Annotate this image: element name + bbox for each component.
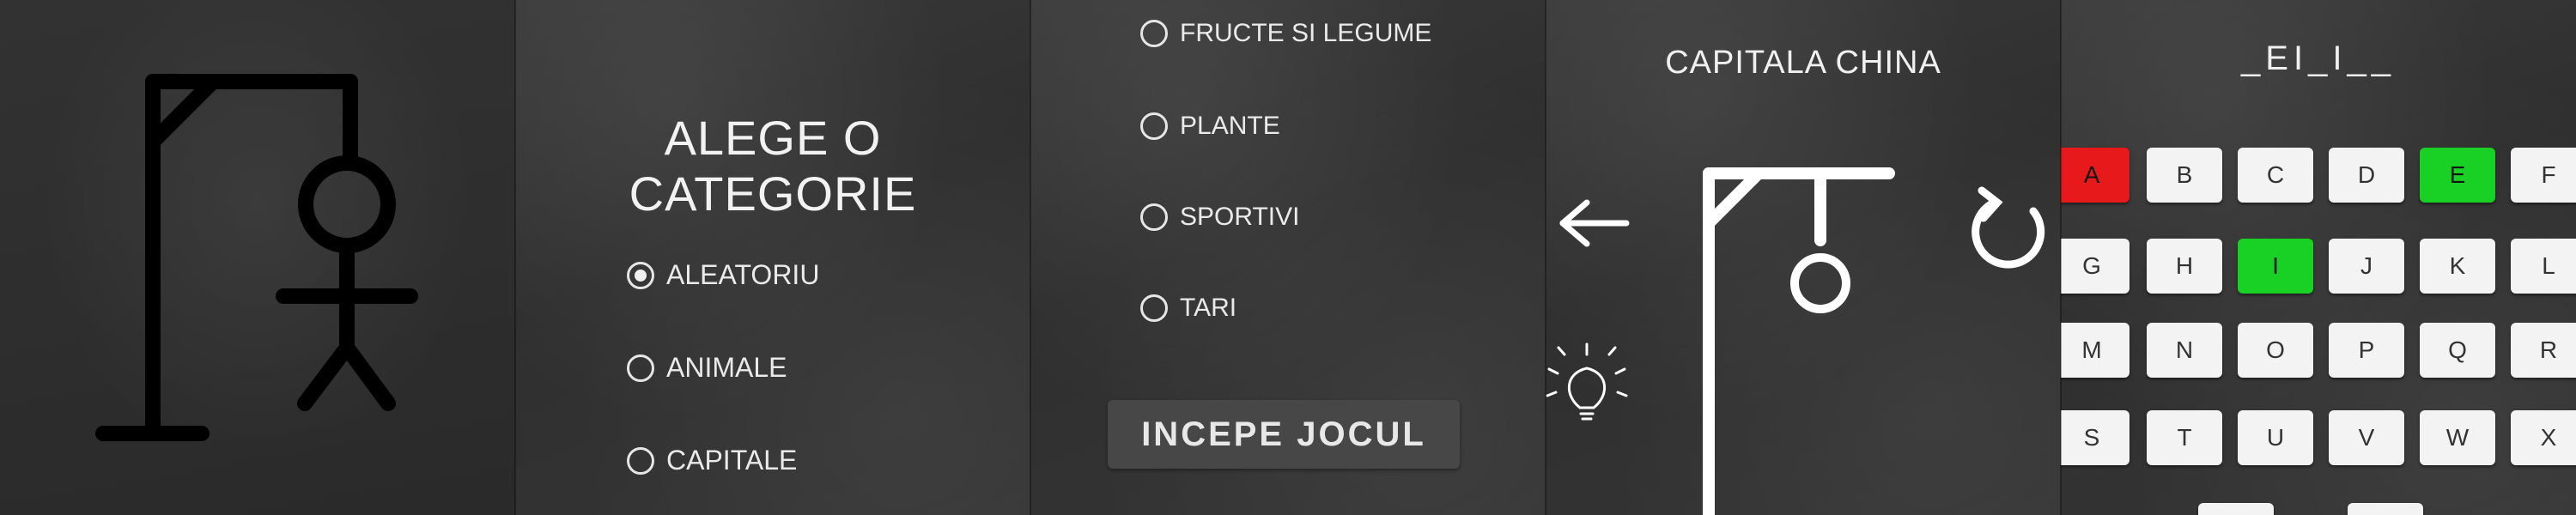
option-label: PLANTE bbox=[1180, 112, 1280, 140]
radio-checked-icon[interactable] bbox=[627, 261, 654, 289]
option-label: CAPITALE bbox=[666, 445, 798, 476]
radio-unchecked-icon[interactable] bbox=[1140, 112, 1168, 140]
radio-unchecked-icon[interactable] bbox=[627, 354, 654, 382]
option-label: SPORTIVI bbox=[1180, 203, 1300, 231]
category-option-plante[interactable]: PLANTE bbox=[1140, 112, 1280, 141]
key-m[interactable]: M bbox=[2061, 323, 2129, 378]
category-option-animale[interactable]: ANIMALE bbox=[627, 352, 787, 384]
key-s[interactable]: S bbox=[2061, 410, 2129, 465]
key-f[interactable]: F bbox=[2511, 148, 2576, 203]
key-x[interactable]: X bbox=[2511, 410, 2576, 465]
key-i[interactable]: I bbox=[2238, 239, 2313, 294]
option-label: ANIMALE bbox=[666, 352, 787, 383]
key-p[interactable]: P bbox=[2329, 323, 2404, 378]
key-w[interactable]: W bbox=[2420, 410, 2495, 465]
panel-app-logo bbox=[0, 0, 515, 515]
option-label: FRUCTE SI LEGUME bbox=[1180, 19, 1432, 47]
category-option-capitale[interactable]: CAPITALE bbox=[627, 445, 797, 476]
key-b[interactable]: B bbox=[2147, 148, 2222, 203]
panel-choose-category: ALEGE O CATEGORIE ALEATORIU ANIMALE CAPI… bbox=[515, 0, 1030, 515]
key-u[interactable]: U bbox=[2238, 410, 2313, 465]
panel-more-categories: FRUCTE SI LEGUME PLANTE SPORTIVI TARI IN… bbox=[1030, 0, 1546, 515]
key-l[interactable]: L bbox=[2511, 239, 2576, 294]
key-r[interactable]: R bbox=[2511, 323, 2576, 378]
back-arrow-icon[interactable] bbox=[1554, 197, 1631, 249]
key-j[interactable]: J bbox=[2329, 239, 2404, 294]
gallows-drawing bbox=[1703, 167, 1895, 515]
radio-unchecked-icon[interactable] bbox=[1140, 203, 1168, 231]
key-h[interactable]: H bbox=[2147, 239, 2222, 294]
key-t[interactable]: T bbox=[2147, 410, 2222, 465]
key-g[interactable]: G bbox=[2061, 239, 2129, 294]
category-title: CAPITALA CHINA bbox=[1665, 45, 1941, 81]
key-q[interactable]: Q bbox=[2420, 323, 2495, 378]
panel-keyboard: _EI_I__ ABCDEF GHIJKL MNOPQR STUVWX bbox=[2061, 0, 2576, 515]
category-option-aleatoriu[interactable]: ALEATORIU bbox=[627, 259, 819, 291]
category-option-tari[interactable]: TARI bbox=[1140, 294, 1236, 323]
radio-unchecked-icon[interactable] bbox=[1140, 294, 1168, 322]
page-title: ALEGE O CATEGORIE bbox=[629, 111, 917, 221]
key-partial[interactable] bbox=[2348, 503, 2423, 515]
key-c[interactable]: C bbox=[2238, 148, 2313, 203]
key-v[interactable]: V bbox=[2329, 410, 2404, 465]
option-label: TARI bbox=[1180, 294, 1237, 322]
word-progress: _EI_I__ bbox=[2241, 39, 2396, 77]
radio-unchecked-icon[interactable] bbox=[627, 446, 654, 475]
key-a[interactable]: A bbox=[2061, 148, 2129, 203]
key-n[interactable]: N bbox=[2147, 323, 2222, 378]
option-label: ALEATORIU bbox=[666, 259, 820, 290]
screenshot-strip: ALEGE O CATEGORIE ALEATORIU ANIMALE CAPI… bbox=[0, 0, 2576, 515]
category-option-sportivi[interactable]: SPORTIVI bbox=[1140, 203, 1299, 232]
hangman-logo-icon bbox=[95, 74, 418, 441]
restart-icon[interactable] bbox=[1966, 182, 2052, 276]
key-k[interactable]: K bbox=[2420, 239, 2495, 294]
key-e[interactable]: E bbox=[2420, 148, 2495, 203]
key-o[interactable]: O bbox=[2238, 323, 2313, 378]
radio-unchecked-icon[interactable] bbox=[1140, 20, 1168, 47]
lightbulb-hint-icon[interactable] bbox=[1546, 339, 1636, 433]
category-option-fructe-si-legume[interactable]: FRUCTE SI LEGUME bbox=[1140, 19, 1431, 48]
key-partial[interactable] bbox=[2198, 503, 2274, 515]
key-d[interactable]: D bbox=[2329, 148, 2404, 203]
start-game-button[interactable]: INCEPE JOCUL bbox=[1108, 400, 1460, 469]
panel-game-board: CAPITALA CHINA bbox=[1546, 0, 2061, 515]
